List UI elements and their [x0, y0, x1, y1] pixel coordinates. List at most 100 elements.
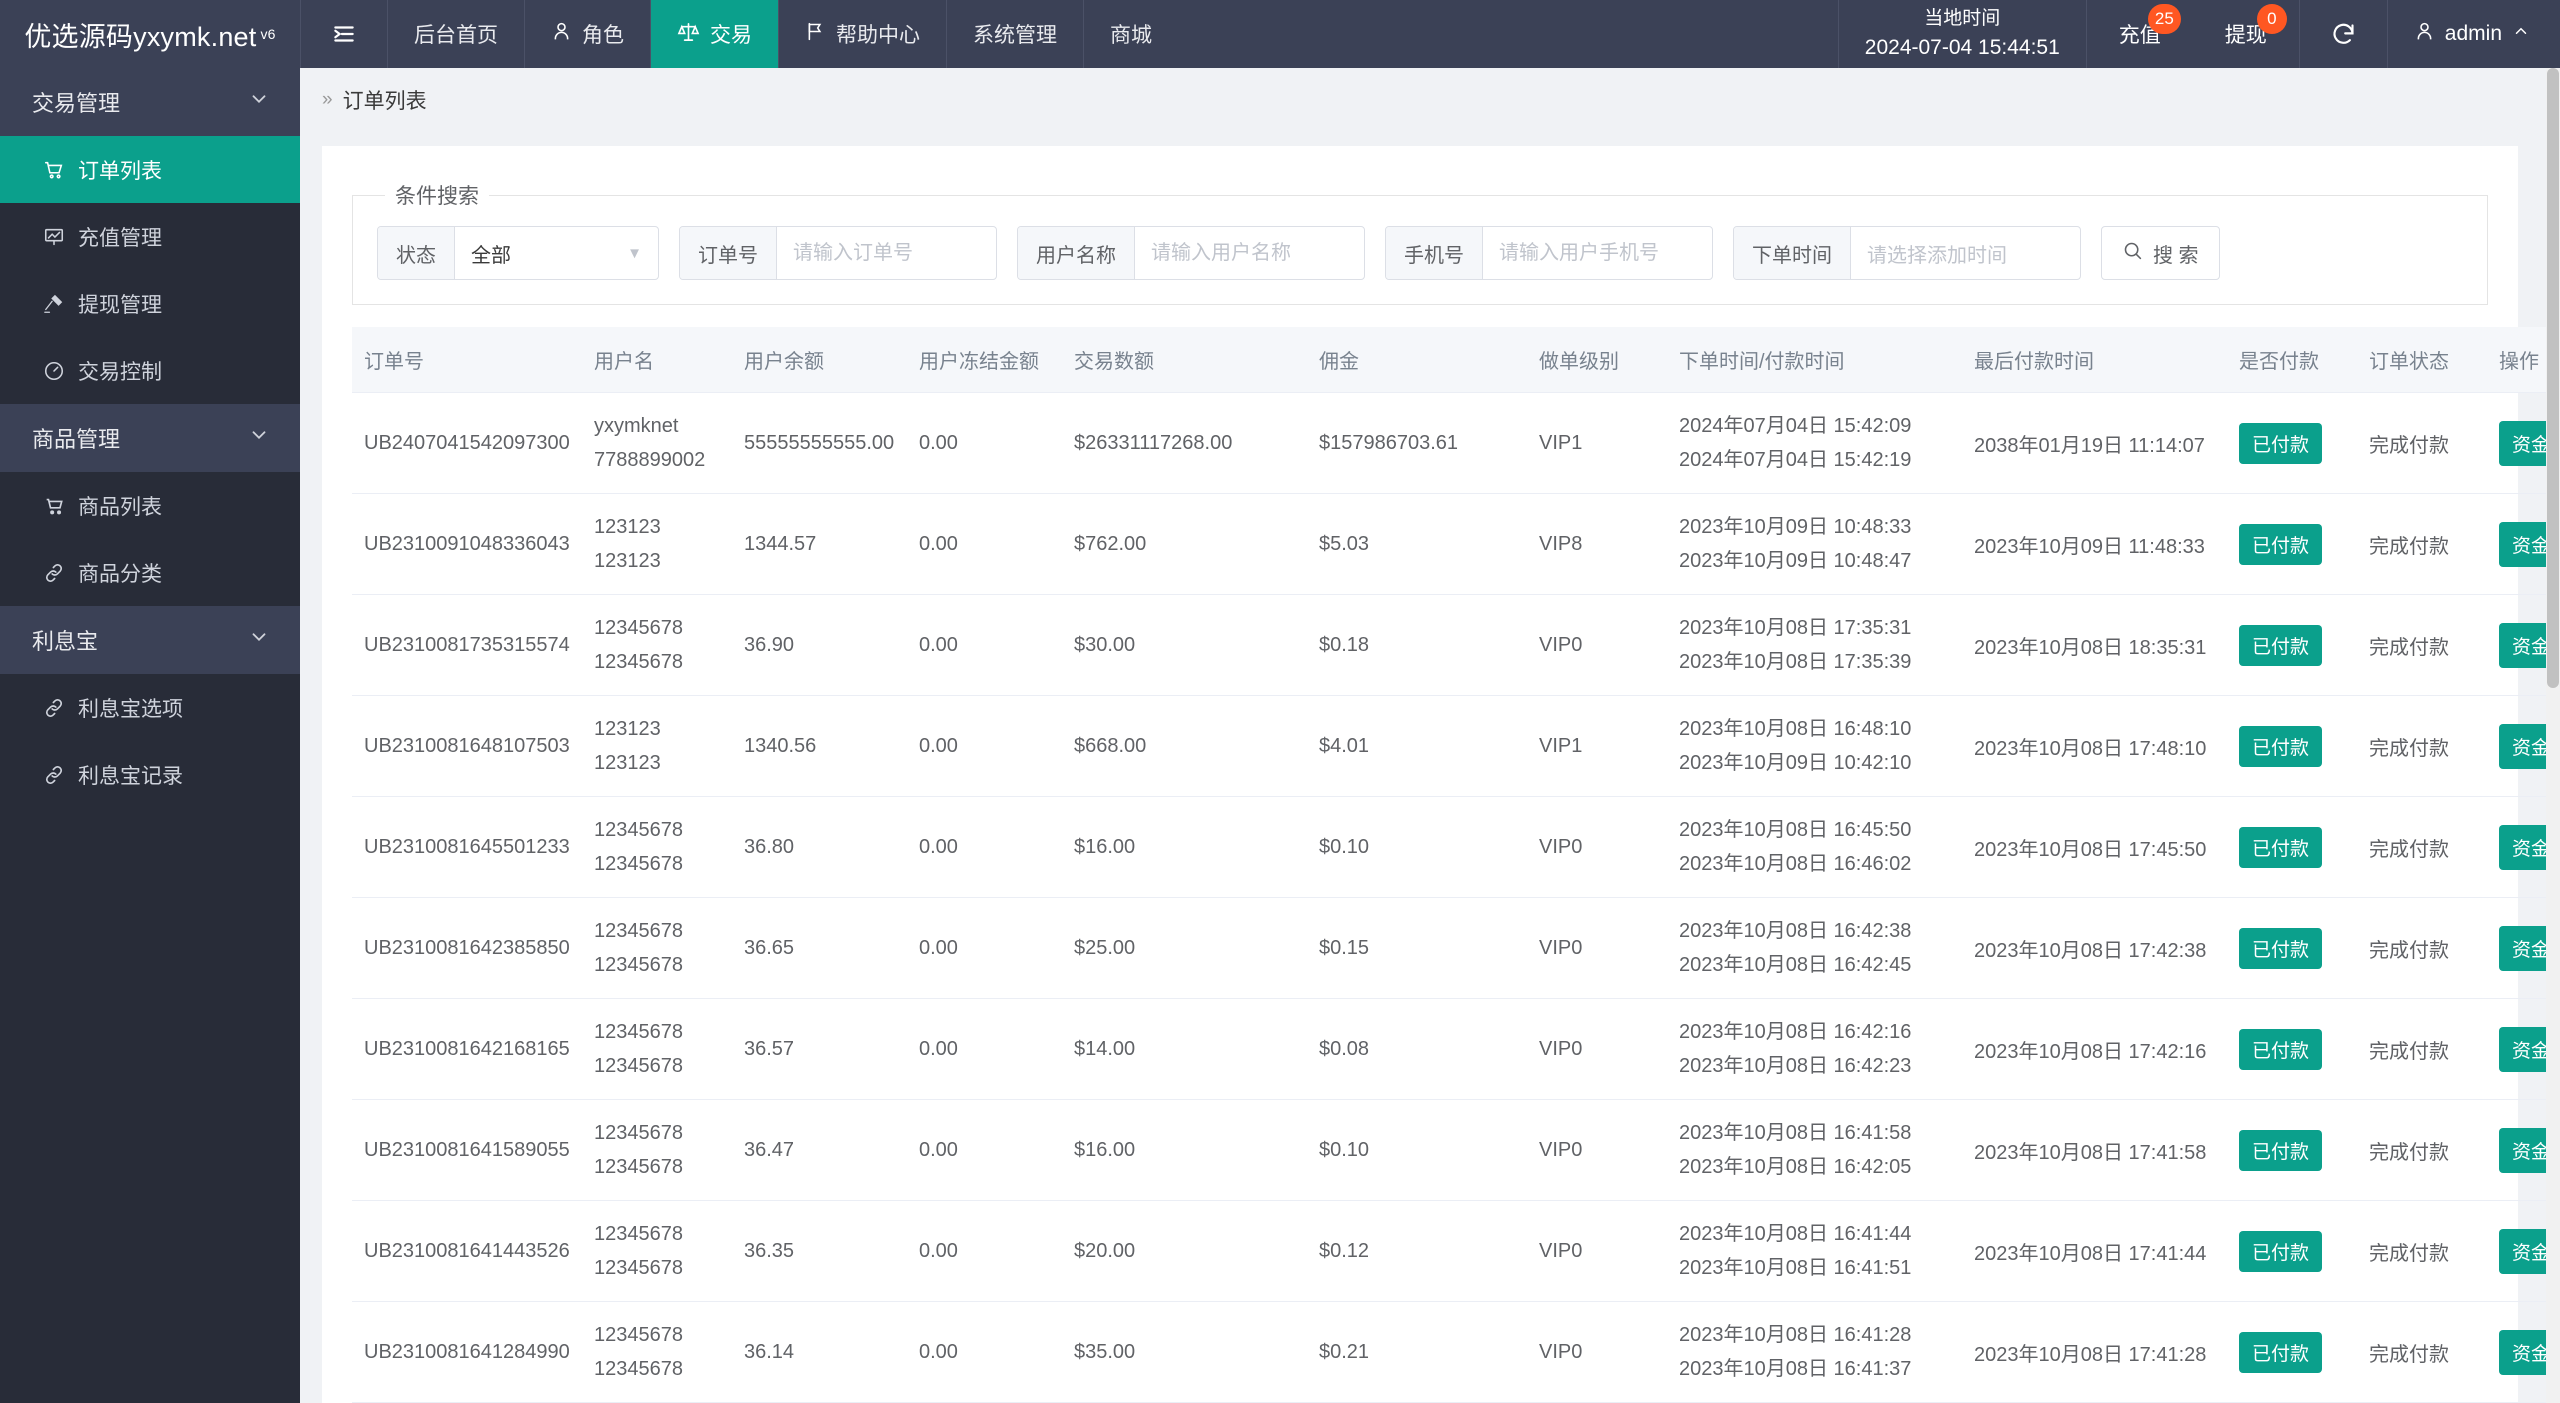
chevron-down-icon: ▼	[627, 244, 642, 262]
nav-item-dashboard[interactable]: 后台首页	[388, 0, 524, 68]
search-button[interactable]: 搜 索	[2101, 226, 2220, 280]
page-scrollbar[interactable]	[2546, 68, 2560, 1403]
column-header-last-pay-time: 最后付款时间	[1962, 327, 2227, 393]
order-time: 2023年10月08日 16:42:16	[1679, 1021, 1912, 1043]
sidebar-item-product-category[interactable]: 商品分类	[0, 539, 300, 606]
sidebar-item-interest-records[interactable]: 利息宝记录	[0, 741, 300, 808]
cell-status: 完成付款	[2357, 1099, 2487, 1201]
refresh-icon[interactable]	[2300, 0, 2387, 68]
cell-frozen: 0.00	[907, 796, 1062, 898]
table-row: UB2310081648107503 123123 123123 1340.56 0.0…	[352, 695, 2560, 797]
user-menu[interactable]: admin	[2388, 0, 2560, 68]
cell-paid: 已付款	[2227, 1099, 2357, 1201]
page-scrollbar-thumb[interactable]	[2547, 68, 2559, 688]
username-input[interactable]	[1135, 227, 1355, 279]
cell-order-pay-time: 2023年10月08日 16:41:58 2023年10月08日 16:42:05	[1667, 1099, 1962, 1201]
sidebar-item-label: 利息宝记录	[78, 764, 183, 788]
cell-last-pay-time: 2023年10月08日 17:48:10	[1962, 695, 2227, 797]
cell-balance: 55555555555.00	[732, 392, 907, 494]
cell-last-pay-time: 2023年10月08日 17:42:38	[1962, 897, 2227, 999]
cell-level: VIP1	[1527, 695, 1667, 797]
cell-balance: 36.14	[732, 1301, 907, 1403]
column-header-amount: 交易数额	[1062, 327, 1307, 393]
page-title: 订单列表	[342, 90, 427, 113]
order-no-field[interactable]: 订单号	[679, 226, 997, 280]
column-header-frozen: 用户冻结金额	[907, 327, 1062, 393]
withdraw-badge: 0	[2256, 4, 2287, 34]
breadcrumb: » 订单列表	[300, 68, 2560, 132]
cell-order-pay-time: 2024年07月04日 15:42:09 2024年07月04日 15:42:19	[1667, 392, 1962, 494]
sidebar-item-trade-control[interactable]: 交易控制	[0, 337, 300, 404]
cell-amount: $20.00	[1062, 1200, 1307, 1302]
nav-label: 帮助中心	[836, 24, 920, 47]
nav-item-trade[interactable]: 交易	[651, 0, 778, 68]
cell-order-pay-time: 2023年10月08日 16:42:16 2023年10月08日 16:42:23	[1667, 998, 1962, 1100]
table-row: UB2407041542097300 yxymknet 7788899002 5555…	[352, 392, 2560, 494]
recharge-button[interactable]: 充值 25	[2087, 0, 2193, 68]
status-filter[interactable]: 状态 全部 ▼	[377, 226, 659, 280]
status-select[interactable]: 全部 ▼	[455, 227, 658, 279]
withdraw-button[interactable]: 提现 0	[2193, 0, 2299, 68]
cell-order-pay-time: 2023年10月08日 16:41:28 2023年10月08日 16:41:37	[1667, 1301, 1962, 1403]
link-icon	[42, 764, 66, 786]
sidebar-group-interest-treasure[interactable]: 利息宝	[0, 606, 300, 674]
balance-scale-icon	[677, 20, 700, 49]
order-time-field[interactable]: 下单时间 请选择添加时间	[1733, 226, 2081, 280]
cell-order-no: UB2310081641284990	[352, 1301, 582, 1403]
search-panel: 条件搜索 状态 全部 ▼ 订单号 用户名称	[352, 180, 2488, 305]
cell-amount: $668.00	[1062, 695, 1307, 797]
order-time-label: 下单时间	[1734, 227, 1851, 279]
sidebar-item-interest-options[interactable]: 利息宝选项	[0, 674, 300, 741]
status-selected-value: 全部	[471, 244, 511, 267]
cell-frozen: 0.00	[907, 594, 1062, 696]
cell-order-no: UB2310081648107503	[352, 695, 582, 797]
status-badge: 已付款	[2239, 422, 2323, 464]
cell-amount: $26331117268.00	[1062, 392, 1307, 494]
nav-item-system[interactable]: 系统管理	[947, 0, 1083, 68]
order-time: 2023年10月08日 16:48:10	[1679, 718, 1912, 740]
sidebar-group-label: 交易管理	[32, 91, 121, 116]
hammer-icon	[42, 293, 66, 315]
pay-time: 2023年10月08日 16:42:23	[1679, 1055, 1912, 1077]
column-header-username: 用户名	[582, 327, 732, 393]
search-button-label: 搜 索	[2153, 244, 2199, 267]
sidebar-group-product-management[interactable]: 商品管理	[0, 404, 300, 472]
cell-order-pay-time: 2023年10月08日 16:48:10 2023年10月09日 10:42:10	[1667, 695, 1962, 797]
table-row: UB2310081641284990 12345678 12345678 36.14 0…	[352, 1301, 2560, 1403]
sidebar-item-withdraw-management[interactable]: 提现管理	[0, 270, 300, 337]
local-time-label: 当地时间	[1924, 8, 2001, 29]
content-card: 条件搜索 状态 全部 ▼ 订单号 用户名称	[322, 146, 2560, 1403]
brand-logo[interactable]: 优选源码yxymk.net v6	[0, 0, 300, 68]
phone-field[interactable]: 手机号	[1385, 226, 1713, 280]
sidebar-item-label: 提现管理	[78, 293, 162, 317]
username-line1: 12345678	[594, 819, 683, 841]
username-line2: 12345678	[594, 1358, 683, 1380]
cell-status: 完成付款	[2357, 897, 2487, 999]
order-time-picker[interactable]: 请选择添加时间	[1851, 227, 2023, 279]
nav-item-help-center[interactable]: 帮助中心	[779, 0, 946, 68]
username-line1: 123123	[594, 718, 661, 740]
username-line2: 12345678	[594, 1257, 683, 1279]
sidebar-group-trade-management[interactable]: 交易管理	[0, 68, 300, 136]
link-icon	[42, 562, 66, 584]
phone-input[interactable]	[1483, 227, 1712, 279]
status-badge: 已付款	[2239, 927, 2323, 969]
sidebar-item-product-list[interactable]: 商品列表	[0, 472, 300, 539]
username-line2: 7788899002	[594, 449, 706, 471]
cell-balance: 36.35	[732, 1200, 907, 1302]
username-line2: 123123	[594, 550, 661, 572]
nav-item-role[interactable]: 角色	[525, 0, 650, 68]
cell-last-pay-time: 2023年10月09日 11:48:33	[1962, 493, 2227, 595]
username-field[interactable]: 用户名称	[1017, 226, 1365, 280]
cell-username: 12345678 12345678	[582, 1301, 732, 1403]
sidebar-item-order-list[interactable]: 订单列表	[0, 136, 300, 203]
menu-fold-icon[interactable]	[301, 0, 387, 68]
cell-order-no: UB2310081642385850	[352, 897, 582, 999]
order-no-input[interactable]	[777, 227, 987, 279]
nav-item-mall[interactable]: 商城	[1084, 0, 1178, 68]
cell-paid: 已付款	[2227, 695, 2357, 797]
cell-username: yxymknet 7788899002	[582, 392, 732, 494]
username-line1: 12345678	[594, 920, 683, 942]
sidebar-item-recharge-management[interactable]: 充值管理	[0, 203, 300, 270]
cell-level: VIP0	[1527, 998, 1667, 1100]
